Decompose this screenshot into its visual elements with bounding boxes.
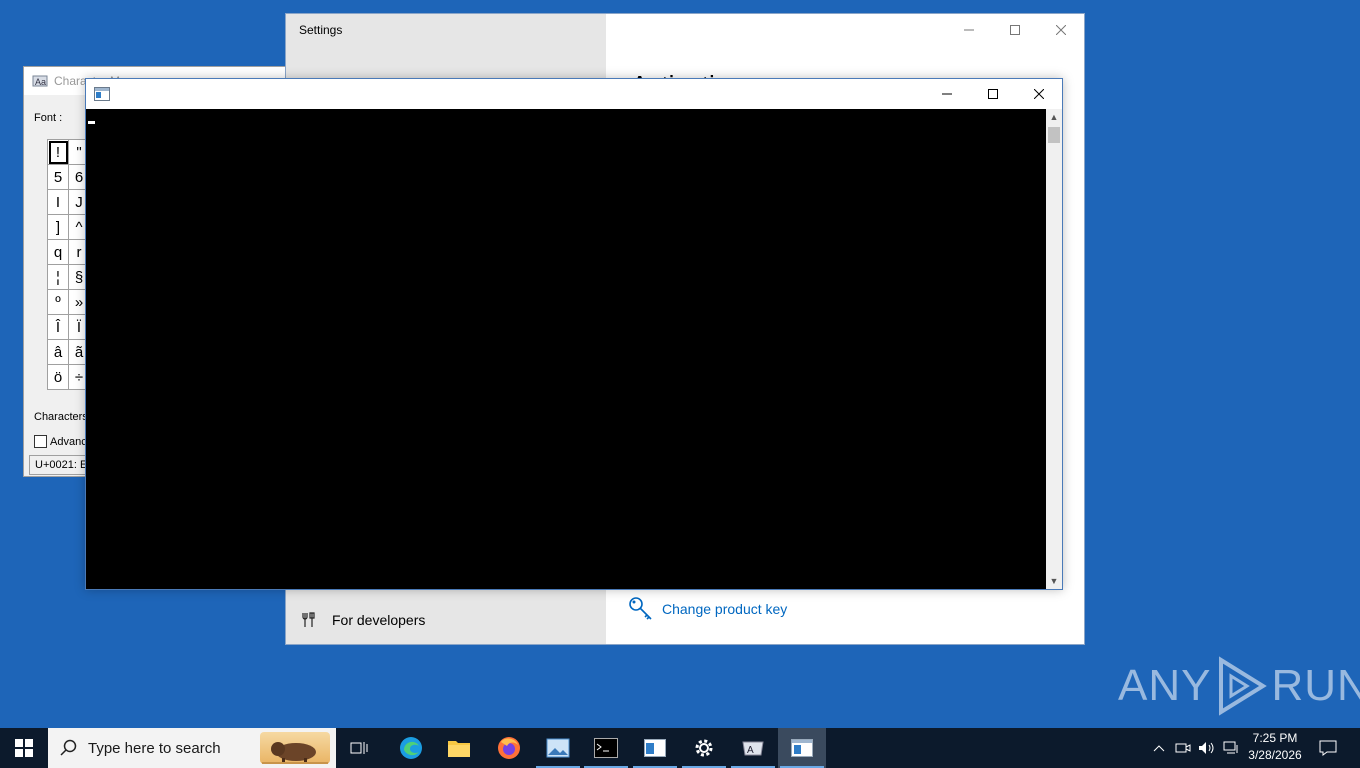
- gear-icon: [695, 739, 713, 757]
- taskbar-console-window[interactable]: [778, 728, 826, 768]
- characters-to-copy-label: Characters: [34, 411, 88, 423]
- start-button[interactable]: [0, 728, 48, 768]
- close-icon: [1034, 89, 1044, 99]
- taskbar-firefox[interactable]: [485, 728, 533, 768]
- search-placeholder: Type here to search: [88, 739, 221, 757]
- terminal-icon: [594, 738, 618, 758]
- watermark-text-right: RUN: [1271, 661, 1360, 710]
- clock-date: 3/28/2026: [1248, 748, 1302, 762]
- minimize-icon: [942, 93, 952, 95]
- char-cell[interactable]: 5: [48, 165, 69, 190]
- anyrun-watermark: ANY RUN: [1118, 656, 1360, 716]
- maximize-button[interactable]: [970, 79, 1016, 109]
- clock-time: 7:25 PM: [1252, 731, 1298, 745]
- system-clock[interactable]: 7:25 PM 3/28/2026: [1240, 730, 1310, 766]
- console-output[interactable]: [86, 109, 1047, 589]
- notification-icon: [1319, 740, 1337, 756]
- folder-icon: [448, 741, 470, 757]
- volume-button[interactable]: [1196, 728, 1218, 768]
- char-cell[interactable]: I: [48, 190, 69, 215]
- taskbar: Type here to search A 7:25 PM 3/28/2026: [0, 728, 1360, 768]
- edge-icon: [400, 737, 422, 759]
- char-cell[interactable]: !: [48, 140, 69, 165]
- console-window: ▲ ▼: [85, 78, 1063, 590]
- search-highlight-image[interactable]: [260, 732, 330, 764]
- maximize-button[interactable]: [992, 14, 1038, 46]
- char-cell[interactable]: Î: [48, 315, 69, 340]
- windows-logo-icon: [15, 739, 33, 757]
- image-viewer-icon: [546, 738, 570, 758]
- taskbar-app-window[interactable]: [631, 728, 679, 768]
- character-map-icon: Aa: [32, 75, 48, 87]
- char-cell[interactable]: ¦: [48, 265, 69, 290]
- advanced-view-checkbox[interactable]: [34, 435, 47, 448]
- scroll-down-icon[interactable]: ▼: [1046, 573, 1062, 589]
- window-app-icon: [644, 739, 666, 757]
- watermark-text-left: ANY: [1118, 661, 1212, 710]
- firefox-icon: [498, 737, 520, 759]
- change-product-key-label: Change product key: [662, 601, 788, 617]
- nav-item-for-developers[interactable]: For developers: [302, 612, 425, 628]
- notifications-button[interactable]: [1316, 728, 1340, 768]
- console-app-icon: [94, 87, 110, 101]
- bison-illustration-icon: [262, 742, 328, 764]
- chevron-up-icon: [1153, 745, 1165, 752]
- char-cell[interactable]: q: [48, 240, 69, 265]
- camera-icon: [1175, 743, 1191, 753]
- meet-now-button[interactable]: [1172, 728, 1194, 768]
- minimize-button[interactable]: [946, 14, 992, 46]
- minimize-button[interactable]: [924, 79, 970, 109]
- vertical-scrollbar[interactable]: ▲ ▼: [1046, 109, 1062, 589]
- scrollbar-thumb[interactable]: [1048, 127, 1060, 143]
- close-icon: [1056, 25, 1066, 35]
- font-label: Font :: [34, 112, 63, 124]
- settings-window-controls: [946, 14, 1084, 46]
- settings-title: Settings: [299, 23, 343, 37]
- console-window-controls: [924, 79, 1062, 109]
- taskbar-settings[interactable]: [680, 728, 728, 768]
- taskbar-command-prompt[interactable]: [582, 728, 630, 768]
- char-cell[interactable]: â: [48, 340, 69, 365]
- maximize-icon: [1010, 25, 1020, 35]
- text-cursor: [88, 121, 95, 124]
- console-titlebar[interactable]: [86, 79, 1062, 109]
- char-cell[interactable]: ]: [48, 215, 69, 240]
- network-button[interactable]: [1220, 728, 1242, 768]
- scroll-up-icon[interactable]: ▲: [1046, 109, 1062, 125]
- search-box[interactable]: Type here to search: [48, 728, 336, 768]
- task-view-button[interactable]: [336, 728, 384, 768]
- character-map-icon: A: [742, 741, 764, 756]
- network-icon: [1223, 741, 1238, 754]
- character-grid[interactable]: ! " 5 6 I J ] ^ q r ¦ § º » Î Ï â ã ö ÷: [47, 139, 90, 390]
- search-icon: [60, 739, 77, 756]
- svg-text:A: A: [747, 745, 754, 756]
- key-icon: [629, 597, 652, 620]
- taskbar-character-map[interactable]: A: [729, 728, 777, 768]
- close-button[interactable]: [1016, 79, 1062, 109]
- play-logo-icon: [1219, 656, 1268, 716]
- nav-item-label: For developers: [332, 612, 426, 628]
- close-button[interactable]: [1038, 14, 1084, 46]
- char-cell[interactable]: º: [48, 290, 69, 315]
- show-hidden-icons-button[interactable]: [1148, 728, 1170, 768]
- speaker-icon: [1199, 742, 1214, 754]
- maximize-icon: [988, 89, 998, 99]
- minimize-icon: [964, 29, 974, 31]
- taskbar-photo-viewer[interactable]: [534, 728, 582, 768]
- console-app-icon: [791, 739, 813, 757]
- svg-text:Aa: Aa: [35, 77, 46, 87]
- taskbar-file-explorer[interactable]: [435, 728, 483, 768]
- taskbar-edge[interactable]: [387, 728, 435, 768]
- developer-tools-icon: [302, 612, 315, 627]
- task-view-icon: [350, 742, 368, 754]
- char-cell[interactable]: ö: [48, 365, 69, 390]
- change-product-key-link[interactable]: Change product key: [628, 596, 787, 622]
